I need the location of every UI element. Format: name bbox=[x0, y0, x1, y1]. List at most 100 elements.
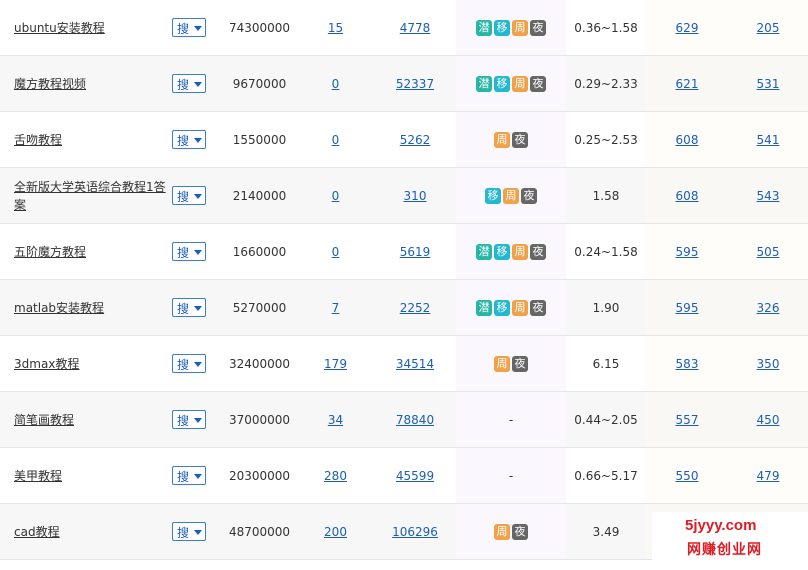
keyword-cell: 五阶魔方教程 bbox=[0, 223, 172, 280]
link1[interactable]: 179 bbox=[324, 357, 347, 371]
range-cell: 1.58 bbox=[566, 167, 646, 224]
keyword-link[interactable]: matlab安装教程 bbox=[14, 301, 104, 315]
search-dropdown-button[interactable]: 搜 bbox=[172, 522, 207, 541]
range-cell: 0.29~2.33 bbox=[566, 55, 646, 112]
link2[interactable]: 78840 bbox=[396, 413, 434, 427]
r2-link[interactable]: 205 bbox=[757, 21, 780, 35]
keyword-link[interactable]: cad教程 bbox=[14, 525, 60, 539]
search-dropdown-button[interactable]: 搜 bbox=[172, 410, 207, 429]
link1[interactable]: 0 bbox=[332, 77, 340, 91]
link1[interactable]: 7 bbox=[332, 301, 340, 315]
keyword-link[interactable]: 五阶魔方教程 bbox=[14, 245, 86, 259]
search-button-label: 搜 bbox=[177, 525, 190, 540]
link2[interactable]: 310 bbox=[404, 189, 427, 203]
r2-link[interactable]: 505 bbox=[757, 245, 780, 259]
r1-link[interactable]: 550 bbox=[676, 469, 699, 483]
search-cell: 搜 bbox=[172, 335, 222, 392]
search-dropdown-button[interactable]: 搜 bbox=[172, 74, 207, 93]
keyword-link[interactable]: 全新版大学英语综合教程1答案 bbox=[14, 180, 166, 212]
r2-link[interactable]: 350 bbox=[757, 357, 780, 371]
tags-cell: - bbox=[456, 391, 566, 448]
search-dropdown-button[interactable]: 搜 bbox=[172, 242, 207, 261]
r1-cell: 629 bbox=[646, 0, 728, 56]
link1[interactable]: 280 bbox=[324, 469, 347, 483]
tag-badge: 周 bbox=[503, 187, 519, 204]
r1-link[interactable]: 621 bbox=[676, 77, 699, 91]
r2-link[interactable]: 543 bbox=[757, 189, 780, 203]
link1-cell: 34 bbox=[297, 391, 374, 448]
index-cell: 37000000 bbox=[222, 391, 297, 448]
keyword-cell: matlab安装教程 bbox=[0, 279, 172, 336]
range-cell: 0.25~2.53 bbox=[566, 111, 646, 168]
search-cell: 搜 bbox=[172, 391, 222, 448]
link2[interactable]: 2252 bbox=[400, 301, 431, 315]
link2[interactable]: 34514 bbox=[396, 357, 434, 371]
r2-cell: 479 bbox=[728, 447, 808, 504]
link2[interactable]: 5262 bbox=[400, 133, 431, 147]
caret-down-icon bbox=[194, 361, 203, 367]
tag-badge: 周 bbox=[512, 19, 528, 36]
search-button-label: 搜 bbox=[177, 413, 190, 428]
r1-link[interactable]: 595 bbox=[676, 245, 699, 259]
caret-down-icon bbox=[194, 25, 203, 31]
search-button-label: 搜 bbox=[177, 301, 190, 316]
tag-badge: 周 bbox=[512, 299, 528, 316]
tag-badge: 夜 bbox=[512, 523, 528, 540]
r1-link[interactable]: 557 bbox=[676, 413, 699, 427]
keyword-cell: 3dmax教程 bbox=[0, 335, 172, 392]
r2-link[interactable]: 450 bbox=[757, 413, 780, 427]
keyword-cell: 美甲教程 bbox=[0, 447, 172, 504]
link2[interactable]: 5619 bbox=[400, 245, 431, 259]
link1[interactable]: 200 bbox=[324, 525, 347, 539]
r2-link[interactable]: 531 bbox=[757, 77, 780, 91]
link2[interactable]: 106296 bbox=[392, 525, 438, 539]
r1-cell: 557 bbox=[646, 391, 728, 448]
r2-link[interactable]: 326 bbox=[757, 301, 780, 315]
link1[interactable]: 0 bbox=[332, 133, 340, 147]
keyword-link[interactable]: 3dmax教程 bbox=[14, 357, 79, 371]
r1-cell: 608 bbox=[646, 111, 728, 168]
link2[interactable]: 4778 bbox=[400, 21, 431, 35]
link2-cell: 106296 bbox=[374, 503, 456, 560]
link1[interactable]: 0 bbox=[332, 245, 340, 259]
tags-cell: 移周夜 bbox=[456, 167, 566, 224]
r2-cell: 450 bbox=[728, 391, 808, 448]
tags-cell: - bbox=[456, 447, 566, 504]
search-dropdown-button[interactable]: 搜 bbox=[172, 466, 207, 485]
tag-badge: 夜 bbox=[512, 355, 528, 372]
keyword-link[interactable]: 简笔画教程 bbox=[14, 413, 74, 427]
search-dropdown-button[interactable]: 搜 bbox=[172, 298, 207, 317]
search-cell: 搜 bbox=[172, 279, 222, 336]
search-cell: 搜 bbox=[172, 503, 222, 560]
keyword-link[interactable]: ubuntu安装教程 bbox=[14, 21, 105, 35]
search-dropdown-button[interactable]: 搜 bbox=[172, 130, 207, 149]
search-dropdown-button[interactable]: 搜 bbox=[172, 18, 207, 37]
r1-link[interactable]: 629 bbox=[676, 21, 699, 35]
r2-link[interactable]: 479 bbox=[757, 469, 780, 483]
link1[interactable]: 15 bbox=[328, 21, 343, 35]
link1-cell: 7 bbox=[297, 279, 374, 336]
r1-link[interactable]: 583 bbox=[676, 357, 699, 371]
r2-cell: 531 bbox=[728, 55, 808, 112]
keyword-link[interactable]: 舌吻教程 bbox=[14, 133, 62, 147]
link2[interactable]: 45599 bbox=[396, 469, 434, 483]
link2-cell: 5262 bbox=[374, 111, 456, 168]
link1[interactable]: 34 bbox=[328, 413, 343, 427]
r1-link[interactable]: 608 bbox=[676, 133, 699, 147]
r1-link[interactable]: 608 bbox=[676, 189, 699, 203]
r1-link[interactable]: 595 bbox=[676, 301, 699, 315]
tags-cell: 潜移周夜 bbox=[456, 55, 566, 112]
tag-badge: 夜 bbox=[530, 19, 546, 36]
tag-badge: 潜 bbox=[476, 243, 492, 260]
keyword-link[interactable]: 魔方教程视频 bbox=[14, 77, 86, 91]
keyword-link[interactable]: 美甲教程 bbox=[14, 469, 62, 483]
search-dropdown-button[interactable]: 搜 bbox=[172, 186, 207, 205]
link1[interactable]: 0 bbox=[332, 189, 340, 203]
caret-down-icon bbox=[194, 249, 203, 255]
caret-down-icon bbox=[194, 417, 203, 423]
range-cell: 0.44~2.05 bbox=[566, 391, 646, 448]
link2[interactable]: 52337 bbox=[396, 77, 434, 91]
search-dropdown-button[interactable]: 搜 bbox=[172, 354, 207, 373]
search-button-label: 搜 bbox=[177, 357, 190, 372]
r2-link[interactable]: 541 bbox=[757, 133, 780, 147]
